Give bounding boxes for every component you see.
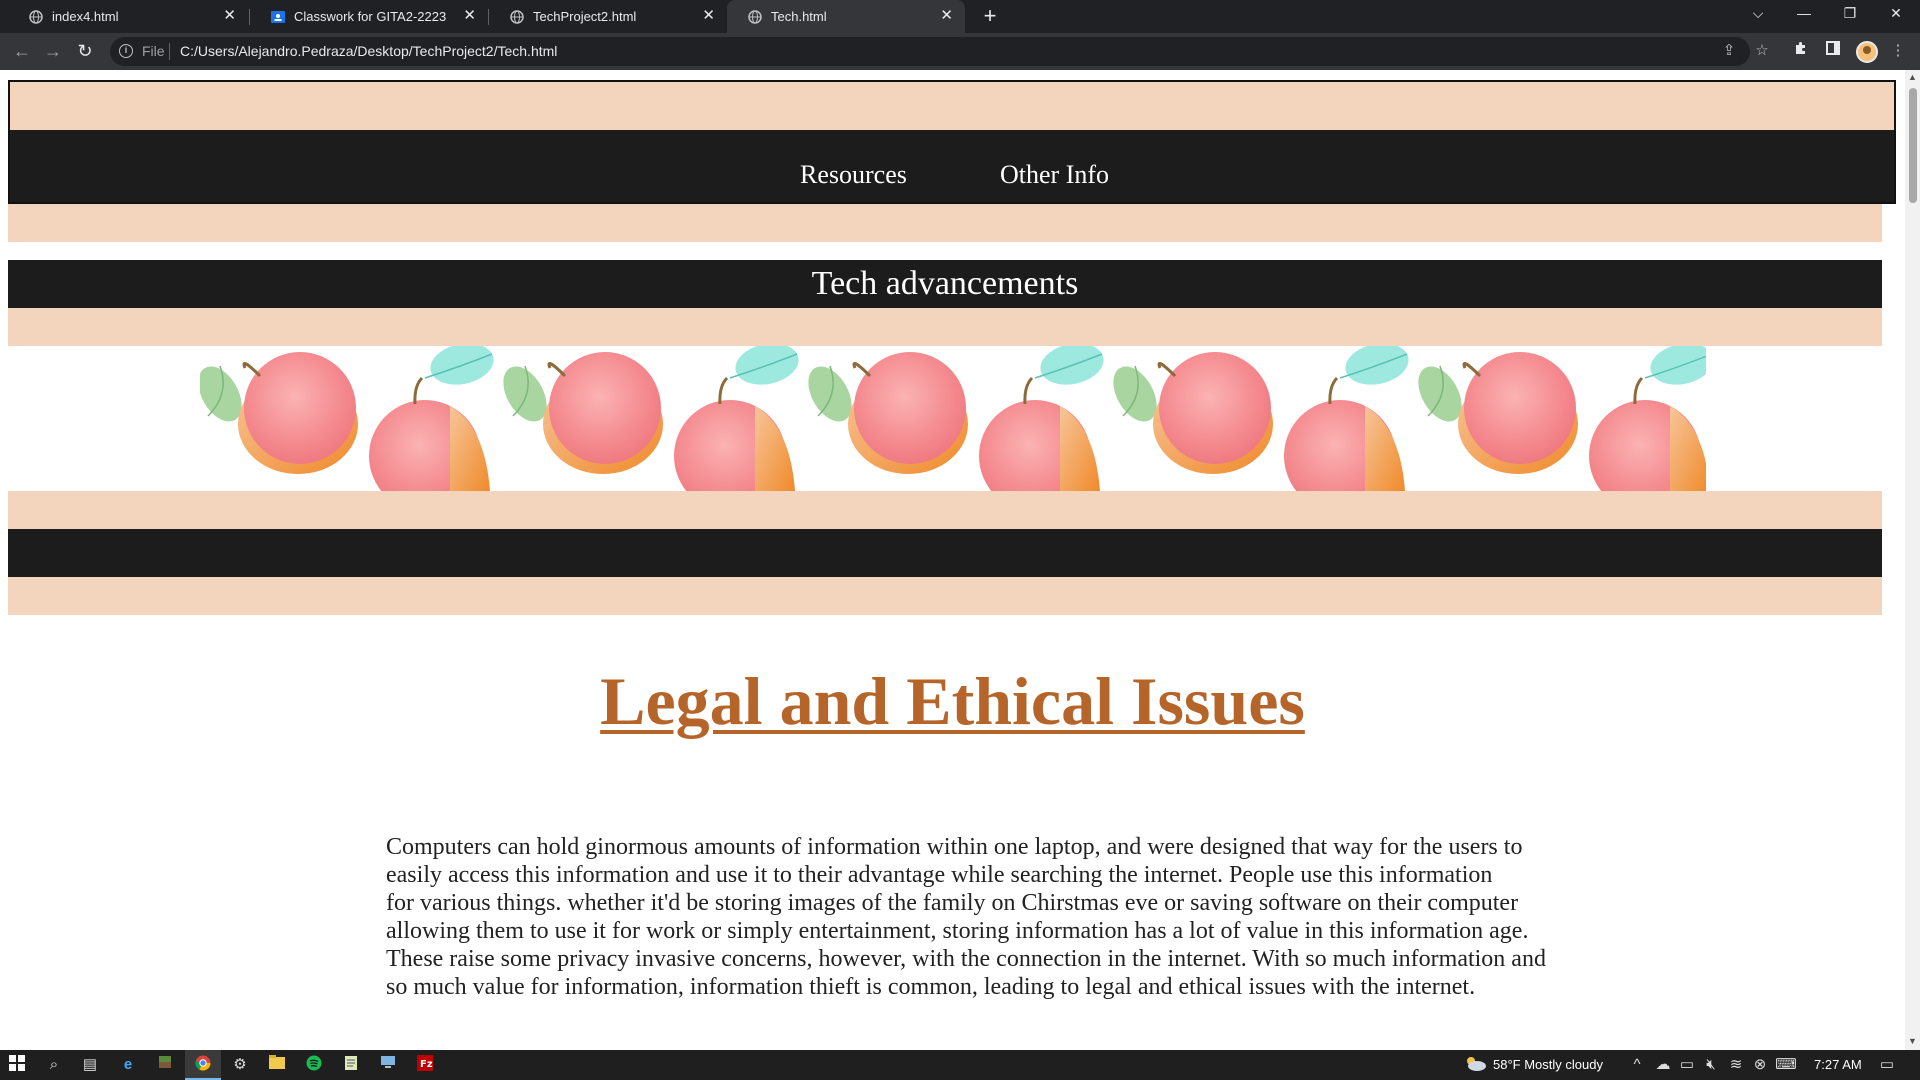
paragraph-line: These raise some privacy invasive concer… [386, 946, 1546, 972]
extensions-puzzle-icon[interactable] [1791, 41, 1811, 61]
peach-illustration-banner [200, 346, 1706, 491]
file-explorer-icon[interactable] [266, 1055, 288, 1075]
forward-arrow-icon[interactable]: → [41, 40, 65, 64]
page-header: Resources Other Info [8, 80, 1896, 204]
classroom-icon [270, 9, 285, 24]
task-view-icon[interactable]: ▤ [79, 1055, 101, 1075]
notepad-icon[interactable] [340, 1055, 362, 1075]
body-paragraph: Computers can hold ginormous amounts of … [386, 833, 1616, 1001]
scroll-thumb[interactable] [1909, 88, 1917, 203]
url-text[interactable]: C:/Users/Alejandro.Pedraza/Desktop/TechP… [180, 43, 557, 59]
nav-link-other-info[interactable]: Other Info [1000, 160, 1109, 190]
weather-cloud-icon[interactable] [1462, 1055, 1488, 1075]
paragraph-line: allowing them to use it for work or simp… [386, 918, 1529, 944]
close-icon[interactable]: ✕ [223, 8, 236, 24]
menu-kebab-icon[interactable]: ⋮ [1888, 41, 1908, 61]
scheme-label: File [142, 43, 165, 59]
close-icon[interactable]: ✕ [940, 8, 953, 24]
scroll-up-arrow-icon[interactable]: ▲ [1908, 72, 1917, 82]
tab-title: TechProject2.html [533, 9, 637, 24]
keyboard-language-icon[interactable]: ⌨ [1775, 1055, 1797, 1075]
paragraph-line: easily access this information and use i… [386, 862, 1493, 888]
peach-band [8, 577, 1882, 615]
clock-time[interactable]: 7:27 AM [1814, 1057, 1862, 1072]
profile-avatar[interactable] [1856, 41, 1878, 63]
action-center-icon[interactable]: ▭ [1876, 1055, 1898, 1075]
globe-icon [509, 9, 524, 24]
close-icon[interactable]: ✕ [463, 8, 476, 24]
new-tab-button[interactable]: + [978, 5, 1002, 29]
chrome-icon[interactable] [192, 1055, 214, 1075]
app-icon[interactable]: ⚙ [229, 1055, 251, 1075]
minimize-button[interactable]: — [1784, 5, 1824, 21]
remote-desktop-icon[interactable] [377, 1055, 399, 1075]
svg-text:Fz: Fz [420, 1059, 433, 1070]
section-heading-text[interactable]: Legal and Ethical Issues [600, 663, 1305, 739]
tab-index4[interactable]: index4.html ✕ [8, 0, 248, 33]
tab-search-chevron-icon[interactable]: ⌵ [1738, 5, 1778, 22]
chevron-up-icon[interactable]: ^ [1626, 1055, 1648, 1075]
edge-browser-icon[interactable]: e [117, 1055, 139, 1075]
info-icon[interactable]: i [119, 44, 133, 58]
tab-classwork[interactable]: Classwork for GITA2-2223 ✕ [250, 0, 488, 33]
tab-tech-active[interactable]: Tech.html ✕ [727, 0, 965, 33]
notification-x-icon[interactable]: ⊗ [1749, 1055, 1771, 1075]
page-scrollbar[interactable]: ▲ ▼ [1905, 70, 1920, 1050]
close-window-button[interactable]: ✕ [1876, 5, 1916, 22]
peach-band [8, 491, 1882, 529]
section-heading: Legal and Ethical Issues [0, 662, 1905, 741]
back-arrow-icon[interactable]: ← [10, 40, 34, 64]
divider-bar [8, 529, 1882, 577]
paragraph-line: Computers can hold ginormous amounts of … [386, 834, 1523, 860]
minecraft-icon[interactable] [154, 1055, 176, 1075]
filezilla-icon[interactable]: Fz [414, 1055, 436, 1075]
onedrive-cloud-icon[interactable]: ☁ [1652, 1055, 1674, 1075]
tab-title: Classwork for GITA2-2223 [294, 9, 447, 24]
scroll-down-arrow-icon[interactable]: ▼ [1908, 1036, 1917, 1046]
peach-band [8, 204, 1882, 242]
close-icon[interactable]: ✕ [702, 8, 715, 24]
windows-start-icon[interactable] [6, 1055, 28, 1075]
weather-text[interactable]: 58°F Mostly cloudy [1493, 1057, 1603, 1072]
paragraph-line: so much value for information, informati… [386, 974, 1476, 1000]
bookmark-star-icon[interactable]: ☆ [1752, 41, 1772, 61]
nav-link-resources[interactable]: Resources [800, 160, 907, 190]
peach-band [8, 308, 1882, 346]
tab-techproject2[interactable]: TechProject2.html ✕ [489, 0, 727, 33]
volume-muted-icon[interactable]: 🔇︎ [1700, 1055, 1722, 1075]
spotify-icon[interactable] [303, 1055, 325, 1075]
browser-tab-strip: index4.html ✕ Classwork for GITA2-2223 ✕… [0, 0, 1920, 33]
browser-toolbar: ← → ↻ i File C:/Users/Alejandro.Pedraza/… [0, 33, 1920, 70]
tab-title: index4.html [52, 9, 119, 24]
side-panel-icon[interactable] [1823, 41, 1843, 61]
globe-icon [28, 9, 43, 24]
divider [169, 43, 170, 60]
restore-button[interactable]: ❐ [1830, 5, 1870, 22]
windows-taskbar: ⌕ ▤ e ⚙ Fz 58°F Mostly cloudy ^ ☁ ▭ 🔇︎ ≋… [0, 1050, 1920, 1080]
page-viewport: Resources Other Info Tech advancements L… [0, 70, 1905, 1050]
tab-title: Tech.html [771, 9, 827, 24]
battery-icon: ▭ [1679, 1056, 1695, 1073]
address-bar[interactable]: i File C:/Users/Alejandro.Pedraza/Deskto… [110, 37, 1750, 66]
paragraph-line: for various things. whether it'd be stor… [386, 890, 1519, 916]
hero-title: Tech advancements [811, 265, 1079, 302]
wifi-icon[interactable]: ≋ [1725, 1055, 1747, 1075]
globe-icon [747, 9, 762, 24]
nav-bar: Resources Other Info [10, 130, 1894, 202]
reload-icon[interactable]: ↻ [73, 40, 97, 64]
share-icon[interactable]: ⇪ [1719, 41, 1739, 61]
search-icon[interactable]: ⌕ [43, 1055, 65, 1075]
